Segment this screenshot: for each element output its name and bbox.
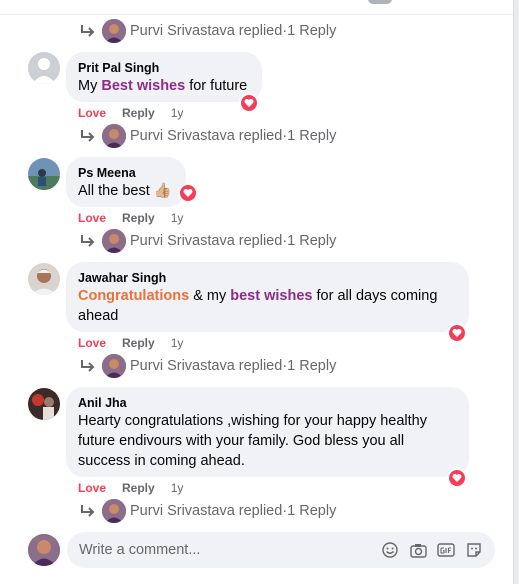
camera-icon[interactable] — [409, 541, 427, 559]
reply-button[interactable]: Reply — [122, 481, 155, 495]
comment-text: My Best wishes for future — [78, 78, 248, 94]
love-button[interactable]: Love — [78, 211, 106, 225]
reply-summary[interactable]: Purvi Srivastava replied · 1 Reply — [78, 18, 336, 44]
reply-count[interactable]: 1 Reply — [287, 128, 336, 144]
avatar[interactable] — [102, 19, 126, 43]
reply-summary-name[interactable]: Purvi Srivastava replied — [130, 23, 282, 39]
current-user-avatar[interactable] — [28, 534, 60, 566]
comment-actions: Love Reply 1y — [78, 105, 183, 121]
hashtag-highlight[interactable]: best wishes — [230, 288, 312, 304]
comment-author[interactable]: Anil Jha — [78, 395, 457, 411]
love-button[interactable]: Love — [78, 106, 106, 120]
reply-count[interactable]: 1 Reply — [287, 233, 336, 249]
timestamp[interactable]: 1y — [171, 336, 184, 350]
heart-icon — [452, 329, 462, 337]
reply-arrow-icon — [81, 235, 95, 247]
comment-input[interactable]: Write a comment... — [79, 542, 371, 558]
reply-summary-name[interactable]: Purvi Srivastava replied — [130, 503, 282, 519]
comment-author[interactable]: Jawahar Singh — [78, 270, 457, 286]
emoji-icon[interactable] — [381, 541, 399, 559]
reaction-badge[interactable] — [239, 93, 259, 113]
reaction-badge[interactable] — [447, 468, 467, 488]
sticker-icon[interactable] — [465, 541, 483, 559]
comment-text: Hearty congratulations ,wishing for your… — [78, 413, 427, 469]
reply-button[interactable]: Reply — [122, 336, 155, 350]
top-cutoff-shape — [368, 0, 392, 4]
avatar[interactable] — [102, 354, 126, 378]
reply-count[interactable]: 1 Reply — [287, 503, 336, 519]
gif-icon[interactable] — [437, 541, 455, 559]
reaction-badge[interactable] — [447, 323, 467, 343]
reply-arrow-icon — [81, 505, 95, 517]
hashtag-highlight[interactable]: Best wishes — [101, 78, 185, 94]
reply-button[interactable]: Reply — [122, 106, 155, 120]
heart-icon — [183, 189, 193, 197]
comment-composer[interactable]: Write a comment... — [67, 532, 495, 568]
reply-arrow-icon — [81, 130, 95, 142]
reply-summary-name[interactable]: Purvi Srivastava replied — [130, 233, 282, 249]
reply-count[interactable]: 1 Reply — [287, 23, 336, 39]
comment-actions: Love Reply 1y — [78, 480, 183, 496]
comment-author[interactable]: Ps Meena — [78, 165, 174, 181]
reply-arrow-icon — [81, 25, 95, 37]
reaction-badge[interactable] — [178, 183, 198, 203]
avatar[interactable] — [28, 388, 60, 420]
reply-button[interactable]: Reply — [122, 211, 155, 225]
hashtag-highlight[interactable]: Congratulations — [78, 288, 189, 304]
avatar[interactable] — [28, 52, 60, 84]
comment-bubble: Anil Jha Hearty congratulations ,wishing… — [66, 387, 469, 477]
comments-panel: Purvi Srivastava replied · 1 Reply Prit … — [0, 0, 514, 584]
comment-bubble: Prit Pal Singh My Best wishes for future — [66, 52, 262, 102]
reply-count[interactable]: 1 Reply — [287, 358, 336, 374]
avatar[interactable] — [28, 158, 60, 190]
avatar[interactable] — [102, 499, 126, 523]
reply-arrow-icon — [81, 360, 95, 372]
reply-summary[interactable]: Purvi Srivastava replied · 1 Reply — [78, 228, 336, 254]
reply-summary[interactable]: Purvi Srivastava replied · 1 Reply — [78, 353, 336, 379]
timestamp[interactable]: 1y — [171, 481, 184, 495]
avatar[interactable] — [102, 229, 126, 253]
default-avatar-icon — [28, 52, 60, 84]
heart-icon — [244, 99, 254, 107]
love-button[interactable]: Love — [78, 336, 106, 350]
heart-icon — [452, 474, 462, 482]
reply-summary[interactable]: Purvi Srivastava replied · 1 Reply — [78, 123, 336, 149]
comment-text: All the best 👍🏼 — [78, 183, 172, 199]
comment-actions: Love Reply 1y — [78, 335, 183, 351]
love-button[interactable]: Love — [78, 481, 106, 495]
reply-summary-name[interactable]: Purvi Srivastava replied — [130, 128, 282, 144]
reply-summary[interactable]: Purvi Srivastava replied · 1 Reply — [78, 498, 336, 524]
timestamp[interactable]: 1y — [171, 106, 184, 120]
avatar[interactable] — [102, 124, 126, 148]
comment-bubble: Jawahar Singh Congratulations & my best … — [66, 262, 469, 332]
comment-text: Congratulations & my best wishes for all… — [78, 288, 438, 324]
top-edge — [0, 0, 513, 15]
comment-bubble: Ps Meena All the best 👍🏼 — [66, 157, 186, 207]
comment-author[interactable]: Prit Pal Singh — [78, 60, 250, 76]
comment-actions: Love Reply 1y — [78, 210, 183, 226]
thumbs-up-emoji: 👍🏼 — [153, 183, 172, 199]
reply-summary-name[interactable]: Purvi Srivastava replied — [130, 358, 282, 374]
avatar[interactable] — [28, 263, 60, 295]
timestamp[interactable]: 1y — [171, 211, 184, 225]
